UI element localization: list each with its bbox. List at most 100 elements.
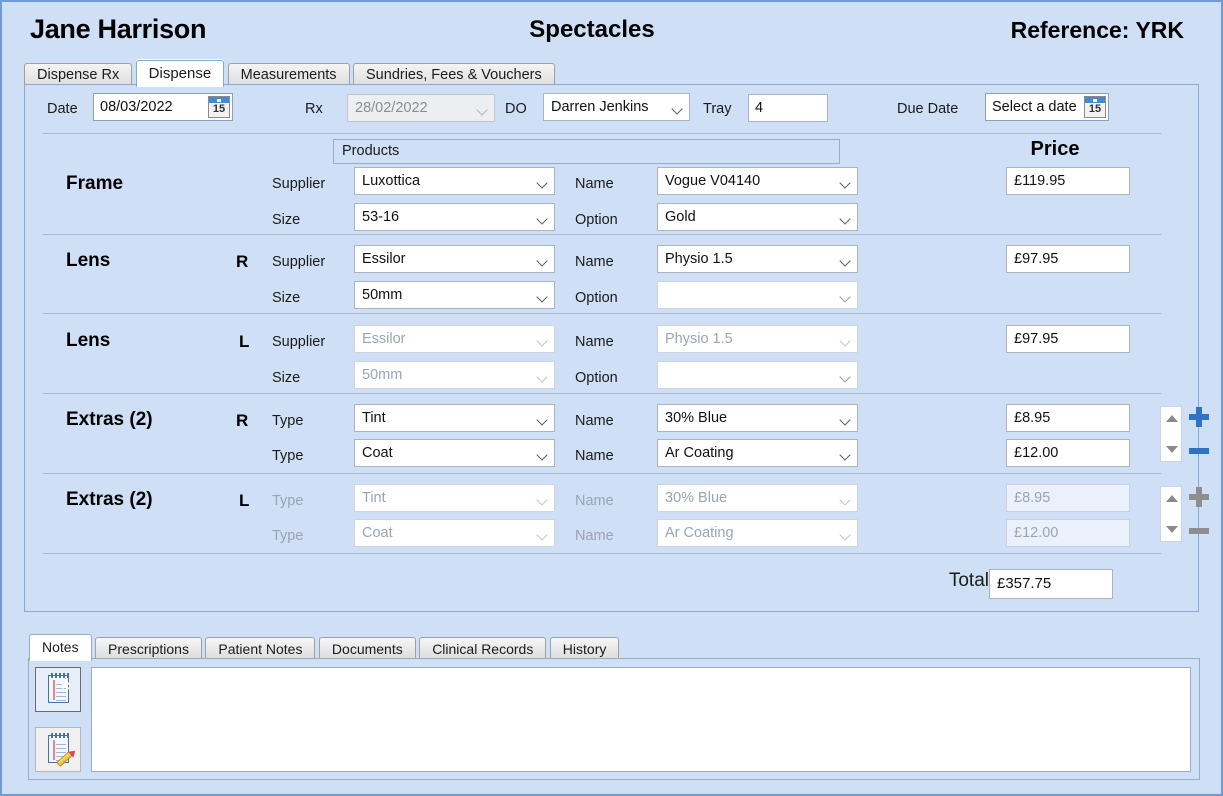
pencil-icon <box>56 751 73 767</box>
extras-r-name2-dropdown[interactable]: Ar Coating <box>657 439 858 467</box>
scroll-down-icon[interactable] <box>1166 446 1178 453</box>
frame-name-label: Name <box>575 176 614 192</box>
lens-r-size-label: Size <box>272 290 301 306</box>
window-header: Jane Harrison Spectacles Reference: YRK <box>2 14 1221 58</box>
extras-r-eye-label: R <box>236 411 249 430</box>
extras-r-type2-label: Type <box>272 448 304 464</box>
extras-l-name1-dropdown[interactable]: 30% Blue <box>657 484 858 512</box>
frame-size-dropdown[interactable]: 53-16 <box>354 203 555 231</box>
extras-l-name2-label: Name <box>575 528 614 544</box>
tray-input[interactable]: 4 <box>748 94 828 122</box>
extras-r-name1-dropdown[interactable]: 30% Blue <box>657 404 858 432</box>
tray-label: Tray <box>703 101 732 117</box>
rx-label: Rx <box>305 101 323 117</box>
lens-l-row-title: Lens <box>66 330 111 351</box>
lens-r-supplier-dropdown[interactable]: Essilor <box>354 245 555 273</box>
extras-r-row-title: Extras (2) <box>66 409 153 430</box>
rx-dropdown[interactable]: 28/02/2022 <box>347 94 495 122</box>
lens-l-supplier-label: Supplier <box>272 334 326 350</box>
lens-r-supplier-label: Supplier <box>272 254 326 270</box>
lens-l-option-dropdown[interactable] <box>657 361 858 389</box>
extras-l-price2-input[interactable]: £12.00 <box>1006 519 1130 547</box>
calendar-icon[interactable]: 15 <box>208 96 230 118</box>
lens-l-name-dropdown[interactable]: Physio 1.5 <box>657 325 858 353</box>
extras-l-type1-label: Type <box>272 493 304 509</box>
lens-l-size-label: Size <box>272 370 301 386</box>
extras-l-price1-input[interactable]: £8.95 <box>1006 484 1130 512</box>
row-divider <box>43 473 1161 474</box>
extras-l-type1-dropdown[interactable]: Tint <box>354 484 555 512</box>
extras-l-name2-dropdown[interactable]: Ar Coating <box>657 519 858 547</box>
tab-notes[interactable]: Notes <box>29 634 92 661</box>
extras-r-add-button[interactable] <box>1189 407 1209 427</box>
frame-name-dropdown[interactable]: Vogue V04140 <box>657 167 858 195</box>
extras-l-row-title: Extras (2) <box>66 489 153 510</box>
new-note-button[interactable] <box>35 667 81 712</box>
extras-l-scrollbar[interactable] <box>1160 486 1182 542</box>
lens-r-option-dropdown[interactable] <box>657 281 858 309</box>
spectacles-dispense-window: Jane Harrison Spectacles Reference: YRK … <box>0 0 1223 796</box>
dispense-form-row: Date 08/03/2022 15 Rx 28/02/2022 DO Darr… <box>25 85 1198 127</box>
date-input[interactable]: 08/03/2022 15 <box>93 93 233 121</box>
extras-r-scrollbar[interactable] <box>1160 406 1182 462</box>
reference-label: Reference: YRK <box>1010 17 1184 43</box>
row-divider <box>43 393 1161 394</box>
do-label: DO <box>505 101 527 117</box>
calendar-icon-due[interactable]: 15 <box>1084 96 1106 118</box>
frame-supplier-dropdown[interactable]: Luxottica <box>354 167 555 195</box>
row-divider <box>43 133 1161 134</box>
frame-size-label: Size <box>272 212 301 228</box>
extras-r-type2-dropdown[interactable]: Coat <box>354 439 555 467</box>
extras-l-remove-button[interactable] <box>1189 528 1209 534</box>
extras-l-name1-label: Name <box>575 493 614 509</box>
lens-r-size-dropdown[interactable]: 50mm <box>354 281 555 309</box>
extras-r-name1-label: Name <box>575 413 614 429</box>
due-date-value: Select a date <box>992 99 1077 115</box>
extras-r-type1-dropdown[interactable]: Tint <box>354 404 555 432</box>
lens-r-name-dropdown[interactable]: Physio 1.5 <box>657 245 858 273</box>
price-column-header: Price <box>1030 138 1080 160</box>
extras-l-type2-label: Type <box>272 528 304 544</box>
scroll-up-icon[interactable] <box>1166 495 1178 502</box>
frame-option-dropdown[interactable]: Gold <box>657 203 858 231</box>
extras-r-remove-button[interactable] <box>1189 448 1209 454</box>
date-value: 08/03/2022 <box>100 99 173 115</box>
frame-price-input[interactable]: £119.95 <box>1006 167 1130 195</box>
extras-l-add-button[interactable] <box>1189 487 1209 507</box>
lens-l-eye-label: L <box>239 332 250 351</box>
row-divider <box>43 313 1161 314</box>
notepad-new-icon <box>48 673 72 703</box>
extras-r-type1-label: Type <box>272 413 304 429</box>
total-value: £357.75 <box>989 569 1113 599</box>
scroll-down-icon[interactable] <box>1166 526 1178 533</box>
lens-r-name-label: Name <box>575 254 614 270</box>
extras-r-price2-input[interactable]: £12.00 <box>1006 439 1130 467</box>
lens-l-price-input[interactable]: £97.95 <box>1006 325 1130 353</box>
frame-supplier-label: Supplier <box>272 176 326 192</box>
extras-l-type2-dropdown[interactable]: Coat <box>354 519 555 547</box>
date-label: Date <box>47 101 78 117</box>
extras-r-name2-label: Name <box>575 448 614 464</box>
extras-r-price1-input[interactable]: £8.95 <box>1006 404 1130 432</box>
scroll-up-icon[interactable] <box>1166 415 1178 422</box>
notes-textarea[interactable] <box>91 667 1191 772</box>
due-date-input[interactable]: Select a date 15 <box>985 93 1109 121</box>
frame-row-title: Frame <box>66 173 124 194</box>
products-column-header: Products <box>333 139 840 164</box>
page-title: Spectacles <box>529 16 655 43</box>
lens-l-option-label: Option <box>575 370 618 386</box>
dispensing-optician-dropdown[interactable]: Darren Jenkins <box>543 93 690 121</box>
lens-l-supplier-dropdown[interactable]: Essilor <box>354 325 555 353</box>
dispense-panel: Date 08/03/2022 15 Rx 28/02/2022 DO Darr… <box>24 84 1209 612</box>
lens-l-size-dropdown[interactable]: 50mm <box>354 361 555 389</box>
edit-note-button[interactable] <box>35 727 81 772</box>
bottom-tab-strip: Notes Prescriptions Patient Notes Docume… <box>29 634 620 661</box>
lens-r-option-label: Option <box>575 290 618 306</box>
lens-r-price-input[interactable]: £97.95 <box>1006 245 1130 273</box>
row-divider <box>43 234 1161 235</box>
lens-r-row-title: Lens <box>66 250 111 271</box>
notepad-edit-icon <box>48 733 73 767</box>
tab-dispense[interactable]: Dispense <box>135 60 225 87</box>
frame-option-label: Option <box>575 212 618 228</box>
row-divider <box>43 553 1161 554</box>
